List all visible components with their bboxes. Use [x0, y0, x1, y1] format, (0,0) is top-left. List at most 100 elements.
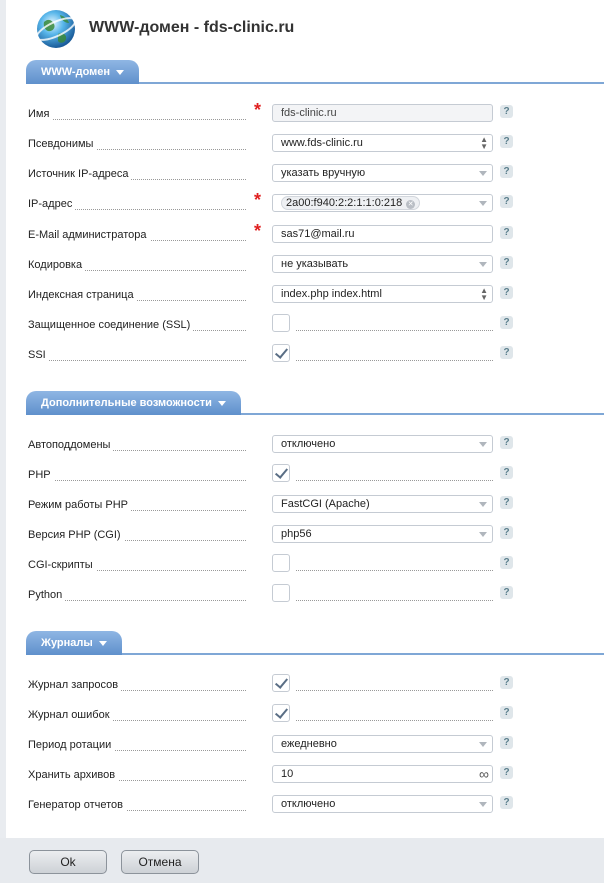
reports-select[interactable]: отключено — [272, 795, 493, 813]
ip-chip: 2a00:f940:2:2:1:1:0:218 ✕ — [281, 196, 421, 210]
field-label: Индексная страница — [28, 289, 246, 303]
row-aliases: Псевдонимы www.fds-clinic.ru ▲ ▼ ? — [26, 132, 604, 154]
field-label: Автоподдомены — [28, 439, 246, 453]
cancel-button[interactable]: Отмена — [121, 850, 199, 874]
access-log-checkbox[interactable] — [272, 674, 290, 692]
resize-icon[interactable]: ▲ ▼ — [480, 287, 488, 302]
help-icon[interactable]: ? — [500, 195, 513, 208]
divider — [296, 600, 493, 601]
chevron-down-icon — [477, 799, 489, 809]
chevron-down-icon — [477, 439, 489, 449]
help-icon[interactable]: ? — [500, 496, 513, 509]
field-label: Журнал запросов — [28, 679, 246, 693]
infinity-icon[interactable]: ∞ — [479, 766, 489, 782]
row-php-mode: Режим работы PHP FastCGI (Apache) ? — [26, 493, 604, 515]
section-header: Дополнительные возможности — [26, 391, 604, 415]
section-title: WWW-домен — [41, 66, 111, 78]
caret-down-icon — [116, 69, 125, 75]
row-ssl: Защищенное соединение (SSL) ? — [26, 313, 604, 335]
required-icon: * — [254, 190, 262, 210]
email-field[interactable]: sas71@mail.ru — [272, 225, 493, 243]
section-title: Журналы — [41, 637, 93, 649]
help-icon[interactable]: ? — [500, 586, 513, 599]
help-icon[interactable]: ? — [500, 286, 513, 299]
field-label: Источник IP-адреса — [28, 168, 246, 182]
help-icon[interactable]: ? — [500, 165, 513, 178]
row-ssi: SSI ? — [26, 343, 604, 365]
chevron-down-icon — [477, 739, 489, 749]
help-icon[interactable]: ? — [500, 706, 513, 719]
php-version-select[interactable]: php56 — [272, 525, 493, 543]
charset-select[interactable]: не указывать — [272, 255, 493, 273]
chevron-down-icon — [477, 198, 489, 208]
help-icon[interactable]: ? — [500, 135, 513, 148]
field-label: Хранить архивов — [28, 769, 246, 783]
field-label: Версия PHP (CGI) — [28, 529, 246, 543]
caret-down-icon — [98, 640, 107, 646]
field-label: Псевдонимы — [28, 138, 246, 152]
divider — [296, 330, 493, 331]
section-logs: Журналы Журнал запросов ? Журнал ошибок … — [26, 631, 604, 845]
row-email: E-Mail администратора * sas71@mail.ru ? — [26, 221, 604, 245]
ssl-checkbox[interactable] — [272, 314, 290, 332]
cgi-checkbox[interactable] — [272, 554, 290, 572]
help-icon[interactable]: ? — [500, 556, 513, 569]
name-field[interactable]: fds-clinic.ru — [272, 104, 493, 122]
chevron-down-icon — [477, 259, 489, 269]
row-name: Имя * fds-clinic.ru ? — [26, 100, 604, 124]
help-icon[interactable]: ? — [500, 526, 513, 539]
rotation-select[interactable]: ежедневно — [272, 735, 493, 753]
section-tab-www-domain[interactable]: WWW-домен — [26, 60, 140, 84]
field-label: SSI — [28, 349, 246, 363]
help-icon[interactable]: ? — [500, 105, 513, 118]
help-icon[interactable]: ? — [500, 466, 513, 479]
help-icon[interactable]: ? — [500, 766, 513, 779]
row-reports: Генератор отчетов отключено ? — [26, 793, 604, 815]
ip-source-select[interactable]: указать вручную — [272, 164, 493, 182]
section-tab-extra[interactable]: Дополнительные возможности — [26, 391, 241, 415]
row-autosub: Автоподдомены отключено ? — [26, 433, 604, 455]
section-header: WWW-домен — [26, 60, 604, 84]
chevron-down-icon — [477, 499, 489, 509]
help-icon[interactable]: ? — [500, 736, 513, 749]
row-error-log: Журнал ошибок ? — [26, 703, 604, 725]
help-icon[interactable]: ? — [500, 676, 513, 689]
php-mode-select[interactable]: FastCGI (Apache) — [272, 495, 493, 513]
field-label: Журнал ошибок — [28, 709, 246, 723]
help-icon[interactable]: ? — [500, 256, 513, 269]
field-label: Защищенное соединение (SSL) — [28, 319, 246, 333]
resize-icon[interactable]: ▲ ▼ — [480, 136, 488, 151]
ssi-checkbox[interactable] — [272, 344, 290, 362]
globe-icon — [34, 6, 78, 50]
help-icon[interactable]: ? — [500, 436, 513, 449]
archives-field[interactable]: 10 ∞ — [272, 765, 493, 783]
python-checkbox[interactable] — [272, 584, 290, 602]
page-header: WWW-домен - fds-clinic.ru — [34, 6, 294, 50]
divider — [296, 360, 493, 361]
section-tab-logs[interactable]: Журналы — [26, 631, 122, 655]
help-icon[interactable]: ? — [500, 316, 513, 329]
row-access-log: Журнал запросов ? — [26, 673, 604, 695]
required-icon: * — [254, 221, 262, 241]
field-label: PHP — [28, 469, 246, 483]
help-icon[interactable]: ? — [500, 226, 513, 239]
field-label: Кодировка — [28, 259, 246, 273]
remove-icon[interactable]: ✕ — [406, 200, 416, 209]
ip-select[interactable]: 2a00:f940:2:2:1:1:0:218 ✕ — [272, 194, 493, 212]
error-log-checkbox[interactable] — [272, 704, 290, 722]
section-www-domain: WWW-домен Имя * fds-clinic.ru ? Псевдони… — [26, 60, 604, 374]
aliases-field[interactable]: www.fds-clinic.ru ▲ ▼ — [272, 134, 493, 152]
row-charset: Кодировка не указывать ? — [26, 253, 604, 275]
php-checkbox[interactable] — [272, 464, 290, 482]
divider — [296, 690, 493, 691]
field-label: Генератор отчетов — [28, 799, 246, 813]
help-icon[interactable]: ? — [500, 346, 513, 359]
help-icon[interactable]: ? — [500, 796, 513, 809]
ok-button[interactable]: Ok — [29, 850, 107, 874]
section-extra: Дополнительные возможности Автоподдомены… — [26, 391, 604, 615]
field-label: Период ротации — [28, 739, 246, 753]
dialog-footer: Ok Отмена — [0, 838, 604, 883]
autosub-select[interactable]: отключено — [272, 435, 493, 453]
index-field[interactable]: index.php index.html ▲ ▼ — [272, 285, 493, 303]
field-label: Режим работы PHP — [28, 499, 246, 513]
